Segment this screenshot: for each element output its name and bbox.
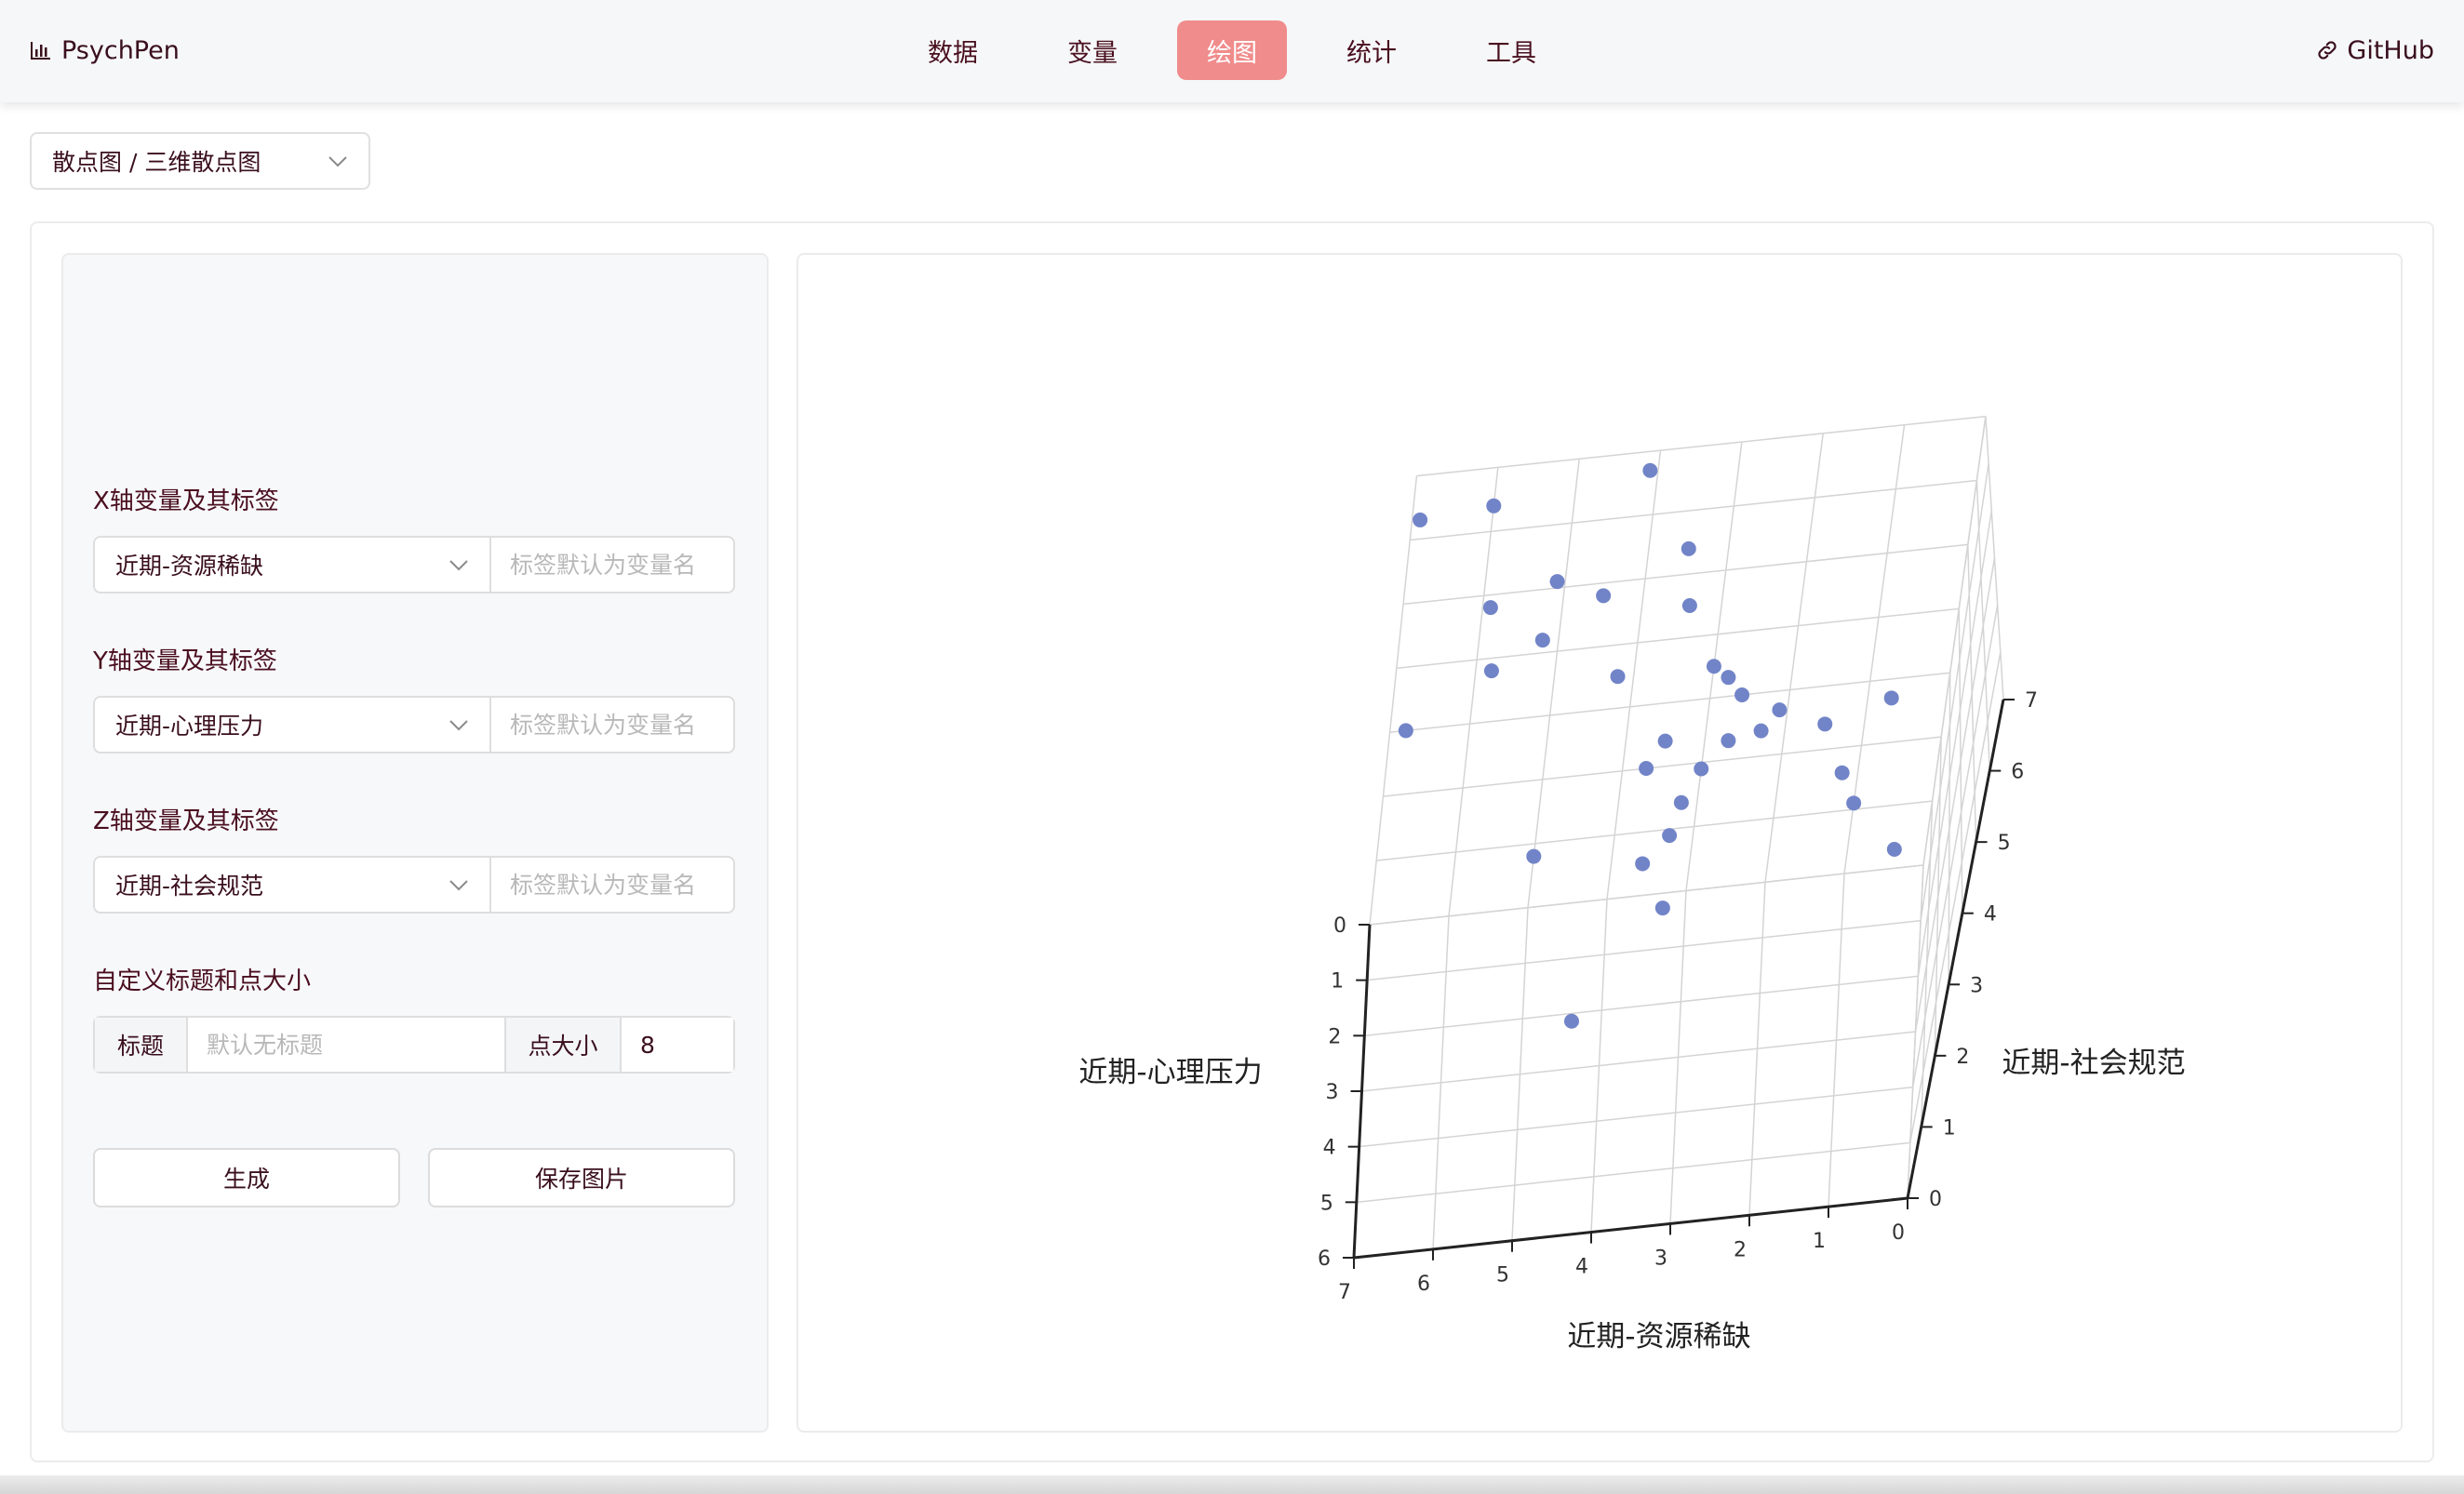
scatter-point	[1654, 900, 1670, 916]
grid-line	[1416, 415, 1987, 477]
scatter-point	[1482, 600, 1498, 616]
scatter-point	[1846, 795, 1862, 811]
y-tick-label: 6	[1318, 1247, 1331, 1271]
z-tick-label: 2	[1956, 1046, 1969, 1069]
scatter-point	[1681, 597, 1697, 613]
z-tick-label: 6	[2011, 761, 2024, 784]
y-tick-label: 3	[1326, 1081, 1339, 1104]
scatter-point	[1534, 633, 1550, 648]
grid-lines	[1353, 415, 2004, 1259]
scatter-point	[1886, 841, 1902, 857]
grid-line	[1367, 919, 1922, 981]
z-tick-label: 4	[1984, 903, 1997, 927]
scatter-point	[1639, 761, 1654, 776]
tick-labels: 01234567012345601234567	[1318, 689, 2038, 1304]
x-tick-label: 3	[1654, 1247, 1667, 1270]
scatter-point	[1706, 659, 1721, 674]
scatter-point	[1673, 794, 1689, 810]
grid-line	[1948, 673, 1951, 985]
scatter-point	[1694, 761, 1709, 777]
z-tick-label: 0	[1929, 1188, 1942, 1211]
axes	[1352, 699, 2005, 1260]
scatter-point	[1563, 1013, 1579, 1029]
z-tick-label: 7	[2025, 689, 2038, 713]
grid-line	[1364, 975, 1919, 1037]
x-tick-label: 2	[1734, 1238, 1747, 1261]
grid-line	[1356, 1141, 1910, 1204]
x-axis-title: 近期-资源稀缺	[1567, 1320, 1750, 1354]
scatter-3d-chart[interactable]: 01234567012345601234567 近期-资源稀缺 近期-心理压力 …	[0, 0, 2464, 1494]
grid-line	[1975, 480, 1991, 771]
window-bottom-edge	[0, 1475, 2464, 1494]
data-points	[1398, 462, 1902, 1029]
scatter-point	[1753, 723, 1769, 739]
scatter-point	[1549, 574, 1565, 590]
y-tick-label: 4	[1323, 1137, 1336, 1160]
y-tick-label: 0	[1333, 914, 1346, 938]
scatter-point	[1817, 716, 1833, 732]
scatter-point	[1834, 765, 1850, 780]
x-tick-label: 7	[1338, 1281, 1351, 1304]
scatter-point	[1483, 663, 1499, 679]
grid-line	[1361, 1031, 1916, 1092]
z-tick-label: 3	[1970, 974, 1983, 997]
z-axis-title: 近期-社会规范	[2002, 1047, 2185, 1080]
scatter-point	[1635, 856, 1651, 872]
x-tick-label: 5	[1496, 1264, 1509, 1287]
scatter-point	[1596, 588, 1612, 604]
scatter-point	[1883, 690, 1899, 706]
scatter-point	[1662, 828, 1678, 844]
grid-line	[1764, 433, 1824, 883]
x-tick-label: 6	[1417, 1273, 1430, 1296]
x-tick-label: 4	[1575, 1256, 1588, 1279]
scatter-point	[1398, 723, 1413, 739]
y-tick-label: 1	[1331, 970, 1344, 994]
scatter-point	[1610, 669, 1626, 685]
y-tick-label: 5	[1320, 1192, 1333, 1215]
y-axis-title: 近期-心理压力	[1078, 1056, 1262, 1089]
grid-line	[1359, 1086, 1913, 1148]
scatter-point	[1526, 848, 1542, 864]
scatter-point	[1721, 670, 1736, 686]
z-tick-label: 1	[1943, 1116, 1956, 1140]
x-tick-label: 1	[1813, 1230, 1826, 1253]
scatter-point	[1721, 733, 1736, 749]
z-tick-label: 5	[1998, 832, 2011, 855]
scatter-point	[1734, 687, 1750, 703]
grid-line	[1934, 737, 1942, 1056]
scatter-point	[1681, 540, 1696, 556]
scatter-point	[1486, 498, 1502, 514]
scatter-point	[1642, 462, 1658, 478]
y-tick-label: 2	[1328, 1025, 1341, 1048]
scatter-point	[1657, 733, 1673, 749]
x-tick-label: 0	[1892, 1221, 1905, 1245]
scatter-point	[1772, 702, 1788, 718]
scatter-point	[1413, 512, 1428, 527]
grid-line	[1967, 544, 1977, 843]
